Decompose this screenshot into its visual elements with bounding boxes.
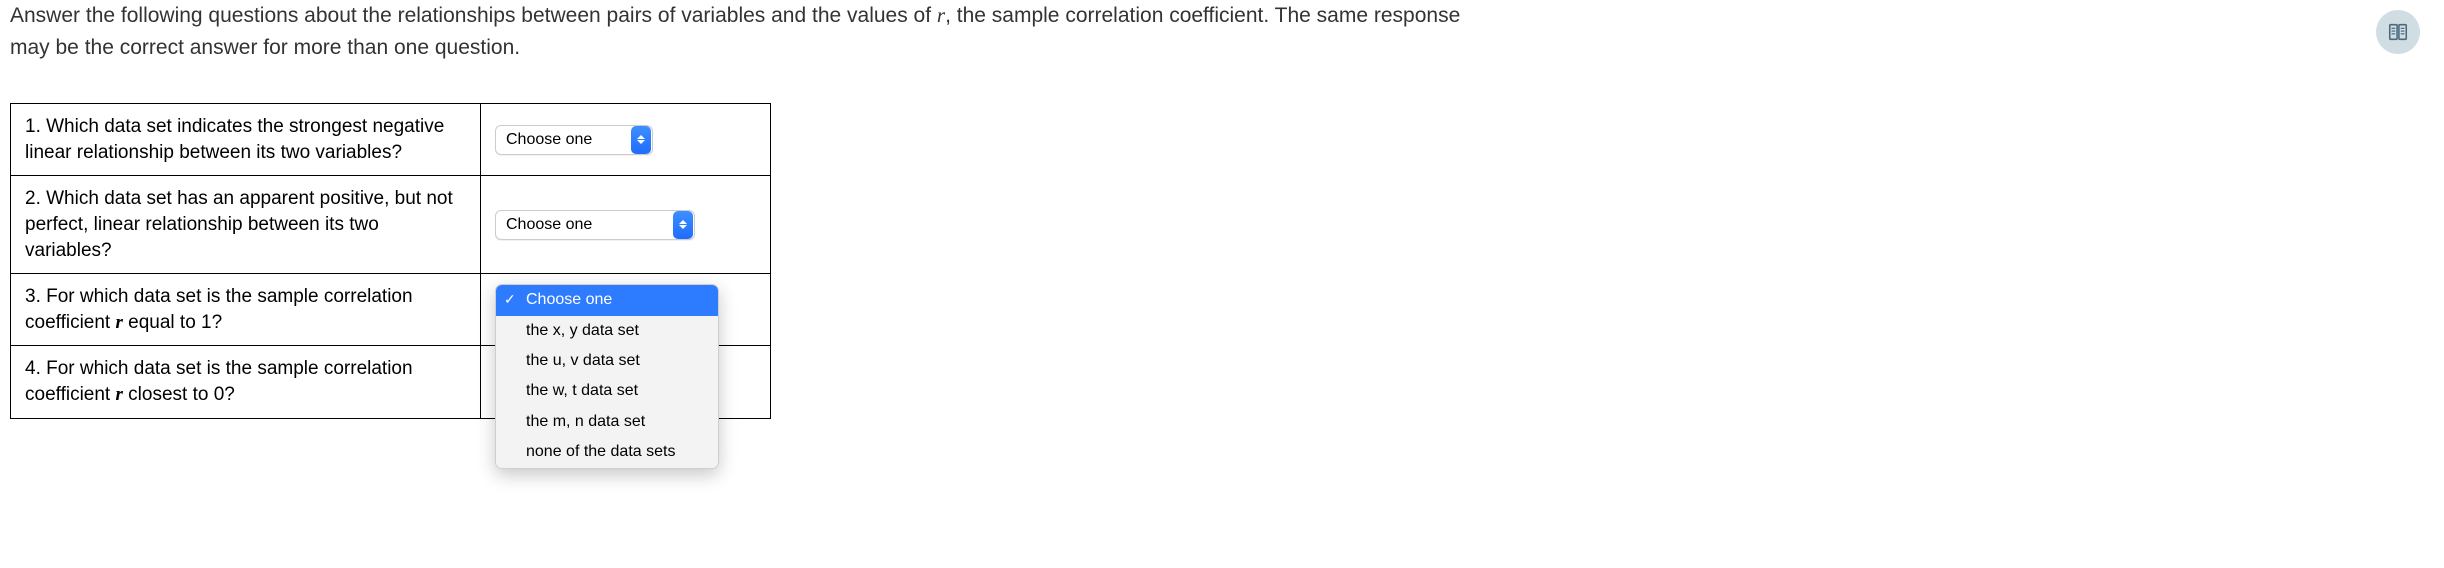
instructions-line1-suffix: , the sample correlation coefficient. Th… <box>945 4 1460 27</box>
question-2-text: 2. Which data set has an apparent positi… <box>11 176 481 274</box>
table-row: 3. For which data set is the sample corr… <box>11 274 771 346</box>
question-4-text: 4. For which data set is the sample corr… <box>11 346 481 418</box>
question-1-text: 1. Which data set indicates the stronges… <box>11 104 481 176</box>
chevron-up-down-icon <box>631 126 651 154</box>
answer-2-cell: Choose one <box>481 176 771 274</box>
r-symbol: r <box>937 3 945 27</box>
answer-1-cell: Choose one <box>481 104 771 176</box>
answer-3-dropdown-open[interactable]: ✓ Choose one the x, y data set the u, v … <box>495 284 719 468</box>
dropdown-option-choose-one[interactable]: ✓ Choose one <box>496 285 718 315</box>
instructions-line2: may be the correct answer for more than … <box>10 36 520 59</box>
book-open-icon <box>2387 21 2409 43</box>
questions-table: 1. Which data set indicates the stronges… <box>10 103 771 419</box>
dropdown-option-mn[interactable]: the m, n data set <box>496 407 718 437</box>
ebook-icon-button[interactable] <box>2376 10 2420 54</box>
chevron-up-down-icon <box>673 211 693 239</box>
instructions-text: Answer the following questions about the… <box>0 0 2444 83</box>
answer-1-select[interactable]: Choose one <box>495 125 653 155</box>
select-label: Choose one <box>506 131 604 149</box>
check-icon: ✓ <box>504 291 516 311</box>
dropdown-option-none[interactable]: none of the data sets <box>496 437 718 467</box>
select-label: Choose one <box>506 216 604 234</box>
instructions-line1-prefix: Answer the following questions about the… <box>10 4 937 27</box>
dropdown-option-xy[interactable]: the x, y data set <box>496 316 718 346</box>
table-row: 2. Which data set has an apparent positi… <box>11 176 771 274</box>
dropdown-option-wt[interactable]: the w, t data set <box>496 376 718 406</box>
question-3-text: 3. For which data set is the sample corr… <box>11 274 481 346</box>
answer-2-select[interactable]: Choose one <box>495 210 695 240</box>
dropdown-option-uv[interactable]: the u, v data set <box>496 346 718 376</box>
table-row: 1. Which data set indicates the stronges… <box>11 104 771 176</box>
answer-3-cell: ✓ Choose one the x, y data set the u, v … <box>481 274 771 346</box>
